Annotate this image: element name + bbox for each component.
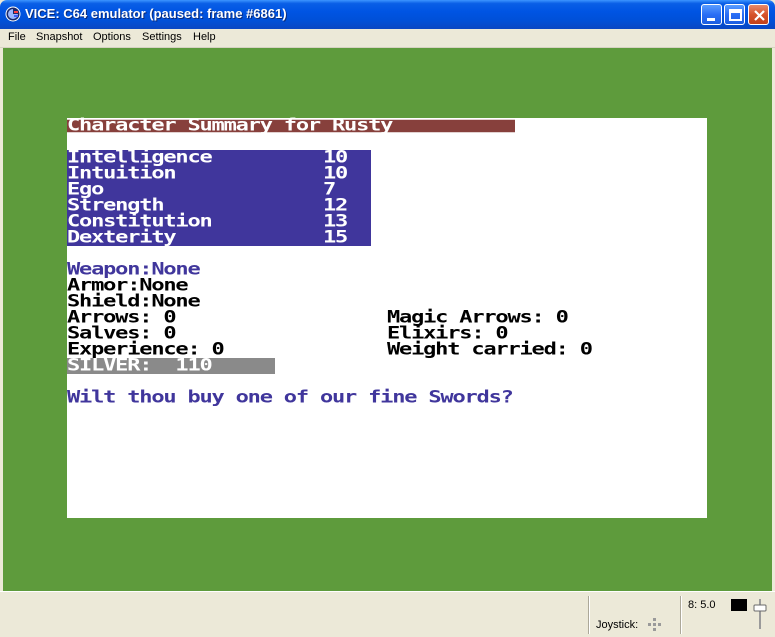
silver-line: SILVER: 110 bbox=[67, 355, 213, 376]
magic-arrows-line: Magic Arrows: 0 bbox=[387, 307, 569, 328]
menu-help[interactable]: Help bbox=[193, 31, 216, 43]
window-titlebar[interactable]: VICE: C64 emulator (paused: frame #6861) bbox=[0, 0, 775, 29]
c64-screen[interactable]: Character Summary for Rusty Intelligence… bbox=[67, 117, 707, 518]
minimize-icon bbox=[707, 18, 715, 21]
weapon-line: Weapon:None bbox=[67, 259, 201, 280]
menu-snapshot[interactable]: Snapshot bbox=[36, 31, 82, 43]
stats-panel: Intelligence 10 Intuition 10 Ego 7 Stren… bbox=[67, 147, 371, 248]
stat-value: 12 bbox=[323, 195, 348, 216]
menu-file[interactable]: File bbox=[8, 31, 26, 43]
elixirs-line: Elixirs: 0 bbox=[387, 323, 509, 344]
weight-line: Weight carried: 0 bbox=[387, 339, 593, 360]
shield-line: Shield:None bbox=[67, 291, 201, 312]
joystick-dots-icon bbox=[648, 618, 661, 631]
c64-border[interactable]: Character Summary for Rusty Intelligence… bbox=[3, 48, 772, 591]
stat-value: 7 bbox=[323, 179, 336, 200]
window-title: VICE: C64 emulator (paused: frame #6861) bbox=[25, 6, 287, 21]
status-bar: Joystick: 8: 5.0 bbox=[0, 591, 775, 637]
vice-app-icon bbox=[5, 6, 21, 22]
close-button[interactable] bbox=[748, 4, 769, 25]
status-separator bbox=[588, 596, 590, 634]
maximize-icon bbox=[729, 9, 742, 21]
menu-settings[interactable]: Settings bbox=[142, 31, 182, 43]
menu-bar: File Snapshot Options Settings Help bbox=[0, 29, 775, 48]
experience-line: Experience: 0 bbox=[67, 339, 225, 360]
shop-prompt: Wilt thou buy one of our fine Swords? bbox=[67, 387, 514, 408]
close-icon bbox=[754, 10, 765, 21]
stat-value: 13 bbox=[323, 211, 348, 232]
arrows-line: Arrows: 0 bbox=[67, 307, 177, 328]
stat-value: 10 bbox=[323, 163, 348, 184]
stat-value: 15 bbox=[323, 227, 348, 248]
stat-name: Ego bbox=[67, 179, 104, 200]
stat-name: Intelligence bbox=[67, 147, 213, 168]
stat-name: Constitution bbox=[67, 211, 213, 232]
menu-options[interactable]: Options bbox=[93, 31, 131, 43]
maximize-button[interactable] bbox=[724, 4, 745, 25]
stat-name: Intuition bbox=[67, 163, 177, 184]
stat-value: 10 bbox=[323, 147, 348, 168]
status-separator bbox=[680, 596, 682, 634]
armor-line: Armor:None bbox=[67, 275, 189, 296]
drive-status: 8: 5.0 bbox=[688, 599, 716, 611]
drive-led bbox=[731, 599, 747, 611]
joystick-label: Joystick: bbox=[596, 619, 639, 631]
volume-slider-icon[interactable] bbox=[752, 597, 768, 631]
stat-name: Strength bbox=[67, 195, 165, 216]
stat-row: Dexterity 15 bbox=[67, 227, 371, 248]
character-summary-title: Character Summary for Rusty bbox=[67, 117, 515, 134]
minimize-button[interactable] bbox=[701, 4, 722, 25]
salves-line: Salves: 0 bbox=[67, 323, 177, 344]
stat-name: Dexterity bbox=[67, 227, 177, 248]
